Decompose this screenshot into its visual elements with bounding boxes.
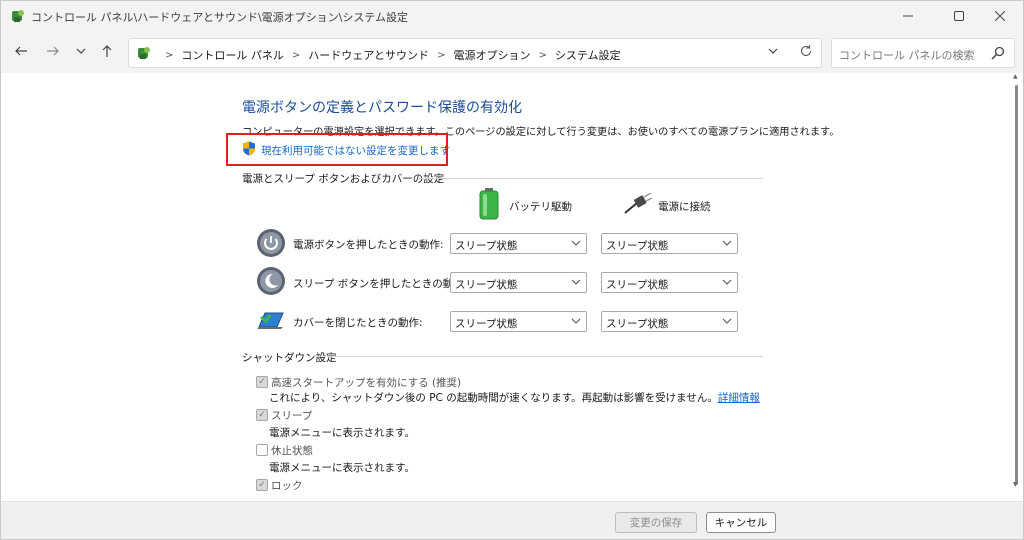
lock-checkbox[interactable]: ✓ [256,479,268,491]
window-title: コントロール パネル\ハードウェアとサウンド\電源オプション\システム設定 [31,11,409,24]
maximize-icon [954,11,964,21]
sleep-button-plugged-select[interactable]: スリープ状態 [601,272,738,293]
save-changes-button[interactable]: 変更の保存 [615,512,697,533]
up-button[interactable] [97,41,117,61]
sleep-checkbox[interactable]: ✓ [256,409,268,421]
control-panel-icon [12,10,24,22]
checkmark-icon: ✓ [258,479,266,490]
breadcrumb-hardware-sound[interactable]: ハードウェアとサウンド [308,47,429,63]
lock-label: ロック [271,480,303,492]
sleep-description: 電源メニューに表示されます。 [269,427,415,439]
sleep-button-battery-select[interactable]: スリープ状態 [450,272,587,293]
breadcrumb-control-panel[interactable]: コントロール パネル [181,47,284,63]
hibernate-checkbox[interactable] [256,444,268,456]
change-unavailable-settings-link[interactable]: 現在利用可能ではない設定を変更します [261,143,450,158]
sleep-button-action-label: スリープ ボタンを押したときの動作: [293,278,468,290]
chevron-down-icon [722,240,732,246]
shutdown-section-title: シャットダウン設定 [242,352,337,364]
breadcrumb-system-settings[interactable]: システム設定 [555,47,621,63]
power-button-plugged-select[interactable]: スリープ状態 [601,233,738,254]
footer-bar: 変更の保存 キャンセル [1,501,1023,539]
navigation-bar: > コントロール パネル > ハードウェアとサウンド > 電源オプション > シ… [1,31,1023,73]
battery-icon [479,188,499,220]
select-value: スリープ状態 [606,240,669,252]
recent-locations-button[interactable] [71,41,91,61]
control-panel-icon [138,47,150,59]
minimize-button[interactable] [885,1,931,31]
section-divider [327,356,763,357]
chevron-down-icon [722,279,732,285]
chevron-down-icon [76,48,86,54]
cancel-button[interactable]: キャンセル [706,512,776,533]
vertical-scrollbar[interactable]: ▲ ▼ [1013,73,1019,489]
breadcrumb-power-options[interactable]: 電源オプション [453,47,530,63]
hibernate-label: 休止状態 [271,445,313,457]
search-placeholder: コントロール パネルの検索 [839,49,975,62]
section-divider [419,178,763,179]
fast-startup-checkbox[interactable]: ✓ [256,376,268,388]
laptop-lid-icon [257,312,284,329]
breadcrumb-separator[interactable]: > [538,50,546,61]
page-title: 電源ボタンの定義とパスワード保護の有効化 [242,100,522,116]
select-value: スリープ状態 [606,318,669,330]
scroll-down-icon[interactable]: ▼ [1013,481,1018,488]
power-button-icon [257,229,285,257]
plugged-in-column-label: 電源に接続 [658,201,711,213]
battery-column-label: バッテリ駆動 [509,201,572,213]
fast-startup-description: これにより、シャットダウン後の PC の起動時間が速くなります。再起動は影響を受… [269,390,760,405]
minimize-icon [903,15,913,17]
maximize-button[interactable] [936,1,982,31]
close-lid-plugged-select[interactable]: スリープ状態 [601,311,738,332]
select-value: スリープ状態 [455,279,518,291]
power-button-battery-select[interactable]: スリープ状態 [450,233,587,254]
address-bar[interactable]: > コントロール パネル > ハードウェアとサウンド > 電源オプション > シ… [128,38,822,68]
fast-startup-label: 高速スタートアップを有効にする (推奨) [271,377,462,389]
sleep-button-icon [257,267,285,295]
breadcrumb-separator[interactable]: > [437,50,445,61]
system-settings-window: コントロール パネル\ハードウェアとサウンド\電源オプション\システム設定 > … [0,0,1024,540]
search-icon[interactable] [990,45,1006,61]
select-value: スリープ状態 [455,318,518,330]
checkmark-icon: ✓ [258,376,266,387]
close-icon [995,11,1005,21]
close-button[interactable] [977,1,1023,31]
sleep-label: スリープ [271,410,313,422]
refresh-icon[interactable] [799,44,813,58]
arrow-up-icon [102,45,112,57]
breadcrumb-separator: > [165,49,174,61]
breadcrumb: > コントロール パネル > ハードウェアとサウンド > 電源オプション > シ… [157,47,621,63]
power-button-action-label: 電源ボタンを押したときの動作: [293,239,444,251]
power-plug-icon [624,193,653,214]
select-value: スリープ状態 [606,279,669,291]
chevron-down-icon [571,279,581,285]
address-dropdown-icon[interactable] [767,45,779,57]
chevron-down-icon [722,318,732,324]
checkmark-icon: ✓ [258,409,266,420]
arrow-right-icon [47,46,59,56]
breadcrumb-separator[interactable]: > [292,50,300,61]
chevron-down-icon [571,318,581,324]
fast-startup-desc-text: これにより、シャットダウン後の PC の起動時間が速くなります。再起動は影響を受… [269,392,718,404]
power-section-title: 電源とスリープ ボタンおよびカバーの設定 [242,173,445,185]
search-box[interactable]: コントロール パネルの検索 [831,38,1015,68]
back-button[interactable] [11,41,31,61]
select-value: スリープ状態 [455,240,518,252]
forward-button[interactable] [43,41,63,61]
chevron-down-icon [571,240,581,246]
uac-shield-icon [243,141,255,156]
arrow-left-icon [15,46,27,56]
title-bar: コントロール パネル\ハードウェアとサウンド\電源オプション\システム設定 [1,1,1023,31]
hibernate-description: 電源メニューに表示されます。 [269,462,415,474]
more-info-link[interactable]: 詳細情報 [718,392,760,404]
close-lid-battery-select[interactable]: スリープ状態 [450,311,587,332]
scroll-thumb[interactable] [1015,85,1018,485]
close-lid-action-label: カバーを閉じたときの動作: [293,317,423,329]
scroll-up-icon[interactable]: ▲ [1013,73,1018,80]
